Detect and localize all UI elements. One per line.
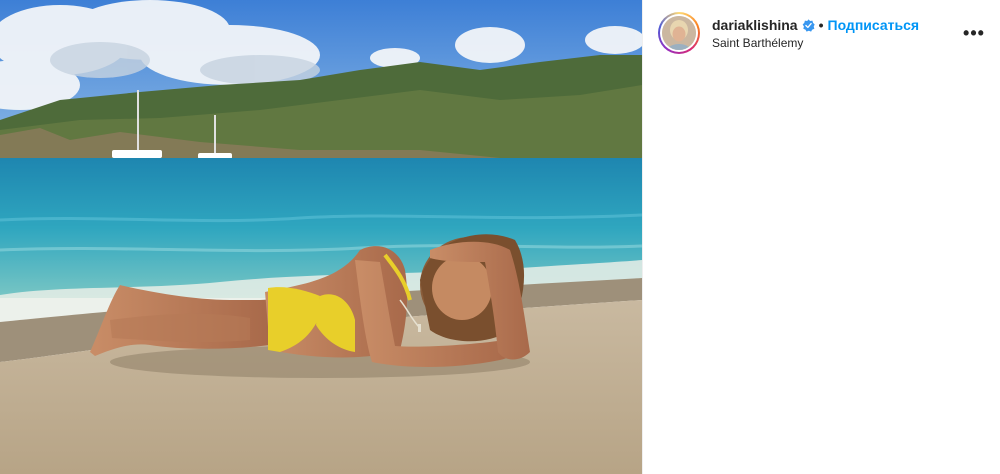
post-meta: dariaklishina • Подписаться Saint Barthé… — [712, 16, 962, 51]
verified-badge-icon — [802, 18, 815, 32]
location-link[interactable]: Saint Barthélemy — [712, 35, 962, 51]
avatar-story-ring[interactable] — [658, 12, 700, 54]
follow-button[interactable]: Подписаться — [828, 16, 920, 34]
post-photo[interactable] — [0, 0, 642, 474]
header-top-line: dariaklishina • Подписаться — [712, 16, 962, 34]
avatar[interactable] — [662, 16, 696, 50]
separator-dot: • — [818, 16, 824, 33]
post-header: dariaklishina • Подписаться Saint Barthé… — [643, 0, 1000, 66]
more-options-icon[interactable]: ••• — [962, 21, 986, 45]
username-link[interactable]: dariaklishina — [712, 16, 798, 34]
panel-divider — [642, 0, 643, 474]
